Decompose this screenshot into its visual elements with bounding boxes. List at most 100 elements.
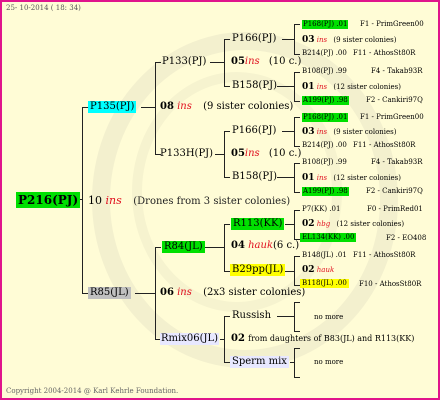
p133h-generation: 05ins (10 c.) — [231, 149, 301, 159]
insemination-mark: ins — [105, 194, 122, 207]
pedigree-panel: 25- 10-2014 ( 18: 34) Copyright 2004-201… — [0, 0, 440, 400]
root-queen[interactable]: P216(PJ) — [16, 192, 81, 208]
connector-line — [294, 163, 295, 193]
insemination-mark: hbg — [316, 220, 331, 228]
insemination-mark: ins — [316, 174, 328, 182]
connector-line — [294, 348, 295, 378]
sister-colonies-note: (2x3 sister colonies) — [203, 287, 306, 298]
connector-line — [224, 131, 225, 178]
insemination-mark: ins — [244, 148, 260, 159]
connector-line — [294, 72, 300, 73]
connector-line — [294, 54, 300, 55]
node-p133h[interactable]: P133H(PJ) — [160, 149, 213, 159]
node-b29pp[interactable]: B29pp(JL) — [230, 264, 286, 276]
node-rmix06[interactable]: Rmix06(JL) — [160, 333, 220, 345]
connector-line — [282, 131, 294, 132]
connector-line — [294, 101, 300, 102]
leaf-generation: 03 ins (9 sister colonies) — [302, 36, 397, 45]
connector-line — [294, 72, 295, 102]
leaf-generation: 01 ins (12 sister colonies) — [302, 83, 401, 92]
leaf-bottom[interactable]: B214(PJ) .00 — [302, 50, 347, 57]
node-b158-a[interactable]: B158(PJ) — [232, 81, 277, 91]
node-sperm-mix[interactable]: Sperm mix — [230, 356, 289, 368]
generation-number: 05 — [231, 148, 245, 159]
connector-line — [224, 177, 230, 178]
connector-line — [294, 348, 300, 349]
mother-queen[interactable]: P135(PJ) — [88, 101, 137, 113]
connector-line — [224, 316, 225, 363]
rmix-generation: 02 from daughters of B83(JL) and R113(KK… — [231, 334, 414, 344]
leaf-top[interactable]: B108(PJ) .99 — [302, 159, 347, 166]
node-russish[interactable]: Russish — [232, 311, 271, 321]
connector-line — [224, 39, 230, 40]
connector-line — [285, 224, 294, 225]
leaf-line-code: F10 - AthosSt80R — [359, 280, 422, 288]
connector-line — [294, 210, 295, 240]
node-r84[interactable]: R84(JL) — [162, 241, 205, 253]
leaf-top[interactable]: P168(PJ) .01 — [302, 20, 349, 29]
connector-line — [294, 256, 300, 257]
colonies-note: (12 sister colonies) — [333, 83, 401, 91]
connector-line — [294, 117, 300, 118]
insemination-mark: ins — [177, 287, 192, 298]
node-p166-b[interactable]: P166(PJ) — [232, 126, 276, 136]
connector-line — [224, 39, 225, 87]
leaf-top[interactable]: P168(PJ) .01 — [302, 113, 349, 122]
leaf-line-code: F0 - PrimRed01 — [367, 205, 423, 213]
leaf-bottom[interactable]: A199(PJ) .98 — [302, 96, 349, 105]
leaf-bottom[interactable]: B214(PJ) .00 — [302, 142, 347, 149]
connector-line — [294, 377, 300, 378]
connector-line — [294, 192, 300, 193]
leaf-line-code: F4 - Takab93R — [371, 67, 423, 75]
connector-line — [135, 293, 155, 294]
leaf-bottom[interactable]: EL134(KK) .00 — [300, 233, 357, 242]
connector-line — [294, 24, 295, 55]
connector-line — [294, 302, 300, 303]
connector-line — [224, 316, 230, 317]
leaf-top[interactable]: B148(JL) .01 — [302, 252, 347, 259]
leaf-line-code: F4 - Takab93R — [371, 158, 423, 166]
leaf-line-code: F11 - AthosSt80R — [353, 49, 416, 57]
leaf-line-code: F2 - Cankiri97Q — [366, 187, 423, 195]
leaf-top[interactable]: P7(KK) .01 — [302, 206, 340, 213]
connector-line — [294, 24, 300, 25]
generation-number: 01 — [302, 82, 315, 92]
connector-line — [224, 224, 225, 272]
generation-number: 06 — [160, 287, 174, 298]
father-queen[interactable]: R85(JL) — [88, 287, 131, 299]
insemination-mark: ins — [244, 56, 260, 67]
node-p133[interactable]: P133(PJ) — [162, 57, 206, 67]
connector-line — [82, 107, 83, 294]
connector-line — [224, 131, 230, 132]
node-p166-a[interactable]: P166(PJ) — [232, 34, 276, 44]
leaf-generation: 01 ins (12 sister colonies) — [302, 174, 401, 183]
no-more-label: no more — [314, 358, 344, 366]
insemination-mark: hauk — [248, 240, 274, 251]
leaf-generation: 03 ins (9 sister colonies) — [302, 128, 397, 137]
origin-note: from daughters of B83(JL) and R113(KK) — [248, 334, 415, 343]
connector-line — [224, 224, 230, 225]
colonies-note: (12 sister colonies) — [336, 220, 405, 228]
leaf-line-code: F11 - AthosSt80R — [353, 251, 416, 259]
leaf-bottom[interactable]: A199(PJ) .98 — [302, 187, 349, 196]
node-r113[interactable]: R113(KK) — [231, 218, 285, 230]
insemination-mark: ins — [177, 101, 192, 112]
connector-line — [294, 117, 295, 147]
node-b158-b[interactable]: B158(PJ) — [232, 172, 277, 182]
leaf-line-code: F2 - EO408 — [386, 234, 427, 242]
generation-number: 02 — [302, 265, 315, 275]
connector-line — [210, 62, 224, 63]
leaf-top[interactable]: B108(PJ) .99 — [302, 68, 347, 75]
mother-generation: 08 ins (9 sister colonies) — [160, 102, 293, 112]
colonies-note: (9 sister colonies) — [333, 36, 397, 44]
leaf-generation: 02 hauk — [302, 266, 334, 275]
leaf-generation: 02 hbg (12 sister colonies) — [302, 220, 404, 229]
generation-number: 01 — [302, 173, 315, 183]
connector-line — [284, 271, 294, 272]
connector-line — [277, 177, 294, 178]
leaf-line-code: F1 - PrimGreen00 — [360, 113, 424, 121]
generation-number: 04 — [231, 240, 245, 251]
leaf-bottom[interactable]: B118(JL) .00 — [300, 279, 349, 288]
father-generation: 06 ins (2x3 sister colonies) — [160, 288, 305, 298]
insemination-mark: ins — [316, 83, 328, 91]
